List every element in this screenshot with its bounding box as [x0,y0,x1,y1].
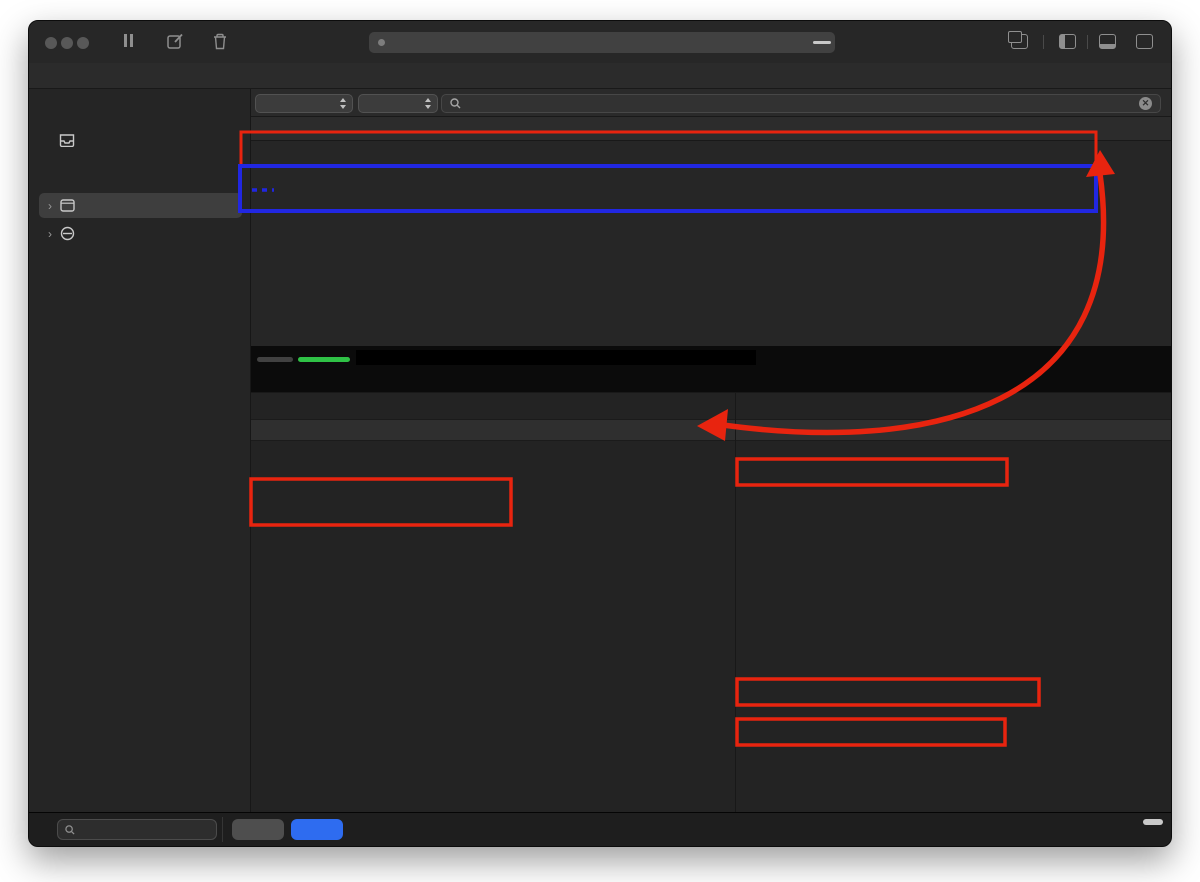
method-badge [257,357,293,362]
disclosure-chevron-icon[interactable]: › [43,227,57,241]
main-area: ✕ [251,89,1171,812]
table-body [251,141,1171,346]
request-panel [251,393,736,812]
pin-tray-icon [57,133,77,147]
screenshot-stage: › › [0,0,1200,882]
request-kv-header [251,419,735,441]
clear-search-icon[interactable]: ✕ [1139,97,1152,110]
select-stepper-icon [424,98,433,109]
sidebar: › › [29,89,251,812]
close-window-button[interactable] [45,37,57,49]
clear-button[interactable] [232,819,284,840]
proxy-overriden-badge[interactable] [1143,819,1163,825]
zoom-window-button[interactable] [77,37,89,49]
window-title [391,37,394,49]
status-code-badge [298,357,350,362]
filter-field-select[interactable] [255,94,353,113]
request-summary-strip [251,346,1171,393]
redacted-url-segment [356,350,756,365]
response-kv-header [736,419,1171,441]
pause-capture-icon[interactable] [122,34,134,52]
toolbar-divider [1087,35,1088,49]
detail-panels [251,393,1171,812]
search-input[interactable]: ✕ [441,94,1161,113]
minimize-window-button[interactable] [61,37,73,49]
search-filter-row: ✕ [251,89,1171,117]
content-filter-tabbar [29,63,1171,89]
search-icon [450,98,461,109]
toggle-sidebar-icon[interactable] [1059,34,1076,49]
filter-operator-select[interactable] [358,94,438,113]
apps-box-icon [57,199,77,212]
toggle-right-panel-icon[interactable] [1136,34,1153,49]
compose-icon[interactable] [167,33,184,55]
response-panel [736,393,1171,812]
table-header [251,117,1171,141]
footer-bar [29,812,1171,846]
search-icon [65,825,75,835]
sidebar-item-pin[interactable] [39,127,242,152]
sidebar-item-apps[interactable]: › [39,193,242,218]
sidebar-item-domains[interactable]: › [39,221,242,246]
trash-icon[interactable] [213,33,227,55]
select-stepper-icon [339,98,348,109]
footer-divider [222,817,223,842]
request-url-line1 [356,350,756,365]
footer-filter-input[interactable] [57,819,217,840]
titlebar [29,21,1171,63]
toolbar-divider [1043,35,1044,49]
toggle-bottom-panel-icon[interactable] [1099,34,1116,49]
window-title-field [369,32,835,53]
disclosure-chevron-icon[interactable]: › [43,199,57,213]
proxyman-window: › › [28,20,1172,847]
recording-dot-icon [378,39,385,46]
duplicate-window-icon[interactable] [1011,34,1028,49]
free-version-badge [813,41,831,44]
filter-button[interactable] [291,819,343,840]
domains-globe-icon [57,226,77,241]
